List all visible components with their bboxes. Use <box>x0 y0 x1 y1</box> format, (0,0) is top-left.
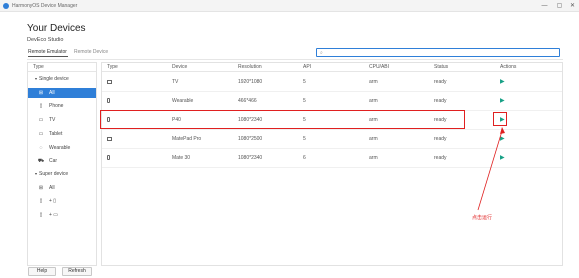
sidebar-item-super-all[interactable]: ⊞ All <box>28 183 96 193</box>
highlight-box-run-button <box>493 112 507 126</box>
watch-icon <box>107 92 110 111</box>
help-button[interactable]: Help <box>28 267 56 276</box>
device-status: ready <box>434 155 447 161</box>
sidebar-header: Type <box>28 63 96 72</box>
device-api: 6 <box>303 155 306 161</box>
sidebar-item-car[interactable]: ⛟ Car <box>28 156 96 166</box>
column-header-device[interactable]: Device <box>172 63 187 72</box>
sidebar-group-label: Single device <box>39 76 69 82</box>
search-icon: ⌕ <box>320 50 323 56</box>
tablet-icon <box>107 130 112 149</box>
maximize-button[interactable]: ▢ <box>553 1 566 11</box>
watch-icon: ◌ <box>39 145 43 151</box>
sidebar-group-super-device[interactable]: ▾ Super device <box>28 169 96 179</box>
phone-icon: ▯ <box>39 212 43 218</box>
device-api: 5 <box>303 79 306 85</box>
title-bar: HarmonyOS Device Manager — ▢ ✕ <box>0 0 579 12</box>
run-button[interactable]: ▶ <box>500 73 505 92</box>
sidebar-item-tablet[interactable]: ▭ Tablet <box>28 129 96 139</box>
car-icon: ⛟ <box>37 158 45 164</box>
sidebar-item-label: All <box>49 185 55 191</box>
highlight-box-row <box>100 110 465 129</box>
device-resolution: 1920*1080 <box>238 79 263 85</box>
column-header-actions: Actions <box>500 64 517 70</box>
device-status: ready <box>434 136 447 142</box>
device-cpu: arm <box>369 155 378 161</box>
active-tab-indicator <box>28 56 68 57</box>
page-title: Your Devices <box>27 23 86 34</box>
sidebar-item-super-phone-tablet[interactable]: ▯ + ▭ <box>28 210 96 220</box>
sidebar-item-wearable[interactable]: ◌ Wearable <box>28 143 96 153</box>
column-header-status[interactable]: Status <box>434 63 448 72</box>
device-resolution: 466*466 <box>238 98 257 104</box>
device-resolution: 1080*2340 <box>238 155 263 161</box>
sidebar-item-tv[interactable]: ▭ TV <box>28 115 96 125</box>
column-header-resolution[interactable]: Resolution <box>238 63 262 72</box>
phone-icon: ▯ <box>39 103 43 109</box>
device-table: Type Device Resolution API CPU/ABI Statu… <box>101 62 563 266</box>
sidebar-item-label: Phone <box>49 103 64 109</box>
table-row[interactable]: MatePad Pro 1080*2500 5 arm ready ▶ <box>102 130 562 149</box>
sidebar-item-label: Car <box>49 158 58 164</box>
device-cpu: arm <box>369 98 378 104</box>
tv-icon: ▭ <box>38 117 44 123</box>
header-divider <box>27 59 563 60</box>
column-header-api[interactable]: API <box>303 63 311 72</box>
column-header-type[interactable]: Type <box>107 63 118 72</box>
sidebar-group-label: Super device <box>39 171 69 177</box>
device-name: MatePad Pro <box>172 136 202 142</box>
sidebar-item-super-phone-phone[interactable]: ▯ + ▯ <box>28 196 96 206</box>
search-box[interactable]: ⌕ <box>316 48 560 57</box>
table-row[interactable]: TV 1920*1080 5 arm ready ▶ <box>102 73 562 92</box>
device-status: ready <box>434 79 447 85</box>
tab-remote-emulator[interactable]: Remote Emulator <box>28 49 67 55</box>
close-button[interactable]: ✕ <box>566 1 579 11</box>
window-title: HarmonyOS Device Manager <box>12 3 78 9</box>
table-row[interactable]: Wearable 466*466 5 arm ready ▶ <box>102 92 562 111</box>
page-subtitle: DevEco Studio <box>27 37 64 43</box>
device-name: TV <box>172 79 179 85</box>
search-input[interactable] <box>328 50 548 56</box>
sidebar-item-label: Tablet <box>49 131 63 137</box>
sidebar-item-label: + ▯ <box>49 198 57 204</box>
refresh-button[interactable]: Refresh <box>62 267 92 276</box>
table-header: Type Device Resolution API CPU/ABI Statu… <box>102 63 562 72</box>
sidebar-item-phone[interactable]: ▯ Phone <box>28 101 96 111</box>
device-resolution: 1080*2500 <box>238 136 263 142</box>
annotation-text: 点击运行 <box>472 215 493 221</box>
phone-icon: ▯ <box>39 198 43 204</box>
grid-icon: ⊞ <box>38 185 44 191</box>
tab-remote-device[interactable]: Remote Device <box>74 49 108 55</box>
device-api: 5 <box>303 136 306 142</box>
sidebar-item-label: TV <box>49 117 56 123</box>
phone-icon <box>107 149 110 168</box>
device-cpu: arm <box>369 79 378 85</box>
sidebar-group-single-device[interactable]: ▾ Single device <box>28 74 96 84</box>
device-name: Mate 30 <box>172 155 191 161</box>
device-cpu: arm <box>369 136 378 142</box>
grid-icon: ⊞ <box>38 90 44 96</box>
tv-icon <box>107 73 112 92</box>
run-button[interactable]: ▶ <box>500 92 505 111</box>
tablet-icon: ▭ <box>38 131 44 137</box>
column-header-cpu-abi[interactable]: CPU/ABI <box>369 63 389 72</box>
table-row[interactable]: Mate 30 1080*2340 6 arm ready ▶ <box>102 149 562 168</box>
sidebar-item-label: + ▭ <box>49 212 59 218</box>
app-logo-icon <box>3 3 9 9</box>
minimize-button[interactable]: — <box>538 1 551 11</box>
device-name: Wearable <box>172 98 194 104</box>
device-api: 5 <box>303 98 306 104</box>
sidebar-item-label: All <box>49 90 55 96</box>
run-button[interactable]: ▶ <box>500 130 505 149</box>
run-button[interactable]: ▶ <box>500 149 505 168</box>
device-status: ready <box>434 98 447 104</box>
sidebar-item-label: Wearable <box>49 145 71 151</box>
sidebar-item-all[interactable]: ⊞ All <box>28 88 96 98</box>
device-type-sidebar: Type ▾ Single device ⊞ All ▯ Phone ▭ TV … <box>27 62 97 266</box>
